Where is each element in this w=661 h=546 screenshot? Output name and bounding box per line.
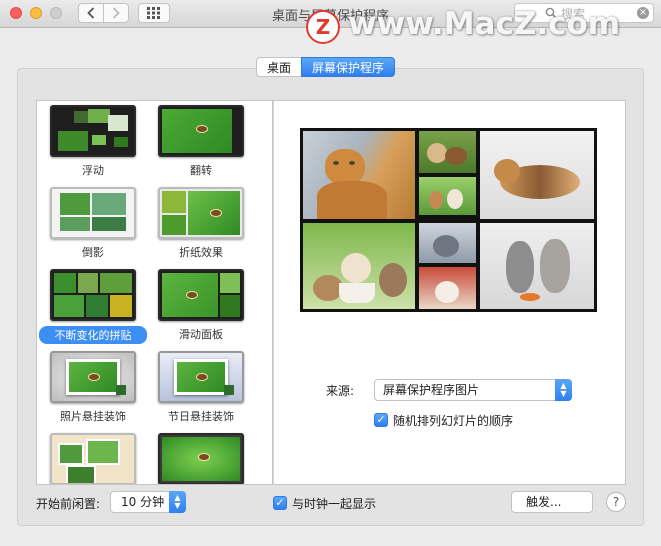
idle-time-label: 开始前闲置:: [36, 497, 101, 511]
hot-corners-button[interactable]: 触发...: [511, 491, 593, 513]
screensaver-label: 翻转: [190, 164, 212, 177]
screensaver-label: 倒影: [82, 246, 104, 259]
screensaver-thumbnail: [158, 187, 244, 239]
screensaver-reflections[interactable]: 倒影: [45, 187, 141, 260]
screensaver-floating[interactable]: 浮动: [45, 105, 141, 178]
source-select[interactable]: 屏幕保护程序图片 ▲ ▼: [374, 379, 572, 401]
tab-bar: 桌面 屏幕保护程序: [256, 57, 396, 77]
screensaver-ken-burns[interactable]: [153, 433, 249, 484]
preview-photo-bunnies-cup: [303, 223, 415, 309]
screensaver-holiday-mobile[interactable]: 节日悬挂装饰: [153, 351, 249, 424]
screensaver-thumbnail: [50, 187, 136, 239]
clear-search-icon[interactable]: ×: [637, 7, 649, 19]
screensaver-label: 不断变化的拼贴: [39, 326, 147, 344]
screensaver-thumbnail: [158, 351, 244, 403]
source-select-value: 屏幕保护程序图片: [383, 383, 480, 397]
screensaver-thumbnail: [50, 269, 136, 321]
screensaver-preview: [300, 128, 597, 312]
tab-screen-saver[interactable]: 屏幕保护程序: [301, 57, 396, 77]
screensaver-label: 折纸效果: [179, 246, 223, 259]
screensaver-list[interactable]: 浮动 翻转 倒影 折纸效果 不断变化的拼贴 滑动面板 照片悬挂装饰 节日悬挂装饰: [36, 100, 273, 485]
screensaver-label: 照片悬挂装饰: [60, 410, 126, 423]
screensaver-thumbnail: [158, 433, 244, 484]
shuffle-label: 随机排列幻灯片的顺序: [393, 414, 514, 428]
screensaver-label: 节日悬挂装饰: [168, 410, 234, 423]
show-clock-checkbox[interactable]: ✓: [273, 496, 287, 510]
preview-photo-kitten-gray: [419, 223, 476, 263]
screensaver-shifting-tiles[interactable]: 不断变化的拼贴: [39, 269, 147, 344]
screensaver-label: 滑动面板: [179, 328, 223, 341]
source-label: 来源:: [326, 384, 355, 398]
preview-photo-puppies: [419, 131, 476, 173]
screensaver-label: 浮动: [82, 164, 104, 177]
screensaver-thumbnail: [50, 351, 136, 403]
screensaver-flip[interactable]: 翻转: [153, 105, 249, 178]
preview-photo-cat: [303, 131, 415, 219]
screensaver-thumbnail: [50, 433, 136, 484]
help-button[interactable]: ?: [606, 492, 626, 512]
screensaver-thumbnail: [158, 105, 244, 157]
updown-chevron-icon: ▲ ▼: [169, 491, 186, 513]
preview-photo-kitten: [480, 131, 594, 219]
idle-time-value: 10 分钟: [121, 495, 165, 509]
watermark-text: www.MacZ.com: [348, 6, 621, 42]
checkmark-icon: ✓: [275, 496, 285, 509]
checkmark-icon: ✓: [376, 413, 386, 426]
shuffle-checkbox[interactable]: ✓: [374, 413, 388, 427]
idle-time-select[interactable]: 10 分钟 ▲ ▼: [110, 491, 186, 513]
screensaver-sliding-panels[interactable]: 滑动面板: [153, 269, 249, 342]
preview-photo-bunnies: [480, 223, 594, 309]
show-clock-label: 与时钟一起显示: [292, 497, 377, 511]
watermark-logo: Z: [306, 10, 340, 44]
preview-photo-rabbits-small: [419, 177, 476, 215]
screensaver-photo-mobile[interactable]: 照片悬挂装饰: [45, 351, 141, 424]
screensaver-origami[interactable]: 折纸效果: [153, 187, 249, 260]
updown-chevron-icon: ▲ ▼: [555, 379, 572, 401]
tab-desktop[interactable]: 桌面: [256, 57, 302, 77]
screensaver-thumbnail: [158, 269, 244, 321]
preview-photo-bunny-small: [419, 267, 476, 309]
screensaver-thumbnail: [50, 105, 136, 157]
screensaver-scrapbook[interactable]: [45, 433, 141, 484]
